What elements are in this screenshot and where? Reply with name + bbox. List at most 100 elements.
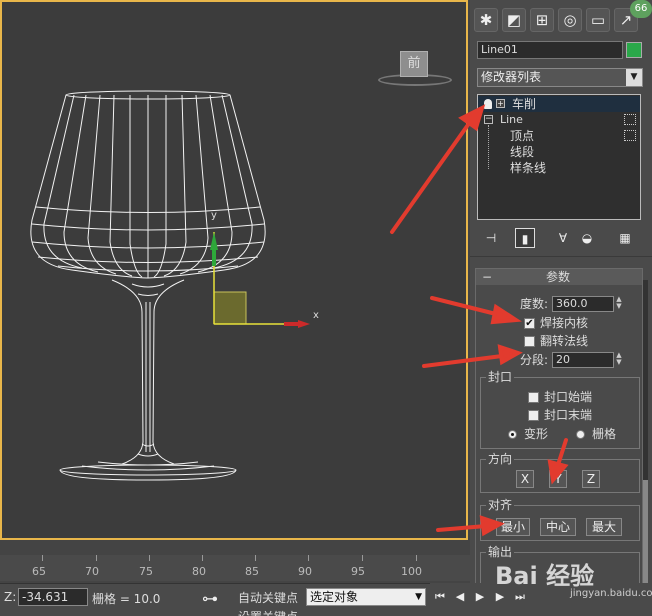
timeline-ruler[interactable]: 65 70 75 80 85 90 95 100 [0,555,470,581]
tick-label: 75 [139,565,153,578]
go-to-start-icon[interactable]: ⏮ [432,589,448,605]
align-title: 对齐 [486,498,515,512]
rollout-title: 参数 [546,270,571,284]
axis-y-label: y [211,210,217,221]
degrees-label: 度数: [520,297,549,311]
display-tab-icon[interactable]: ▭ [586,8,610,32]
previous-frame-icon[interactable]: ◀ [452,589,468,605]
modifier-list-dropdown[interactable]: 修改器列表 ▼ [477,68,643,87]
panel-scrollbar[interactable] [643,280,648,610]
stack-item-label: Line [500,113,523,126]
z-coord-field[interactable]: -34.631 [18,588,88,606]
cap-end-checkbox[interactable] [528,410,539,421]
cap-end-label: 封口末端 [544,408,593,422]
collapse-icon[interactable]: − [484,115,493,124]
tick-mark [96,555,97,561]
command-panel-tabs: ✱ ◩ ⊞ ◎ ▭ ↗ 66 [470,0,652,36]
make-unique-icon[interactable]: ∀ [553,228,573,248]
morph-radio[interactable] [508,430,517,439]
play-icon[interactable]: ▶ [472,589,488,605]
stack-item-label: 车削 [512,97,537,111]
tick-label: 65 [32,565,46,578]
parameters-rollout-header[interactable]: − 参数 [476,269,642,285]
align-max-button[interactable]: 最大 [586,518,622,536]
stack-subitem-label: 顶点 [510,129,535,143]
tick-mark [255,555,256,561]
app-root: x y 前 ✱ ◩ ⊞ ◎ ▭ ↗ 66 Line01 修改器列表 ▼ + 车削 [0,0,652,616]
set-key-button[interactable]: 设置关键点 [238,608,298,616]
collapse-icon: − [482,270,493,284]
front-viewport[interactable]: x y 前 [0,0,468,540]
watermark-logo: Bai 经验 [495,562,595,590]
stack-subitem-label: 线段 [510,145,535,159]
auto-key-button[interactable]: 自动关键点 [238,589,298,606]
pin-stack-icon[interactable]: ⊣ [481,228,501,248]
chevron-down-icon: ▼ [626,69,642,86]
show-end-result-icon[interactable]: ▮ [515,228,535,248]
segments-spinner[interactable]: 20 [552,352,614,368]
flip-normals-checkbox[interactable] [524,336,535,347]
hierarchy-tab-icon[interactable]: ⊞ [530,8,554,32]
stack-item-lathe[interactable]: + 车削 [478,96,640,112]
cap-start-label: 封口始端 [544,390,593,404]
motion-tab-icon[interactable]: ◎ [558,8,582,32]
direction-title: 方向 [486,452,515,466]
align-min-button[interactable]: 最小 [496,518,530,536]
remove-modifier-icon[interactable]: ◒ [577,228,597,248]
stack-subitem-segment[interactable]: 线段 [478,144,640,160]
scrollbar-thumb[interactable] [643,480,648,590]
status-bar: Z: -34.631 栅格 = 10.0 ⊶ 自动关键点 设置关键点 选定对象 … [0,583,470,616]
flip-normals-label: 翻转法线 [540,334,589,348]
tick-label: 80 [192,565,206,578]
tick-label: 100 [401,565,422,578]
degrees-spinner[interactable]: 360.0 [552,296,614,312]
spinner-arrows-icon[interactable]: ▲ ▼ [614,352,624,368]
stack-subitem-spline[interactable]: 样条线 [478,160,640,176]
expand-icon[interactable]: + [496,99,505,108]
weld-core-checkbox[interactable]: ✔ [524,318,535,329]
stack-toolbar: ⊣ ▮ ∀ ◒ ▦ [477,226,643,250]
modifier-stack[interactable]: + 车削 − Line 顶点 线段 样条线 [477,94,641,220]
segments-label: 分段: [520,353,549,367]
direction-z-button[interactable]: Z [582,470,600,488]
modifier-list-label: 修改器列表 [481,70,542,84]
tick-mark [308,555,309,561]
viewcube[interactable]: 前 [400,51,428,77]
capping-title: 封口 [486,370,515,384]
weld-core-label: 焊接内核 [540,316,589,330]
axis-x-label: x [313,310,319,321]
lightbulb-icon[interactable] [484,99,492,109]
direction-y-button[interactable]: Y [549,470,567,488]
stack-subitem-vertex[interactable]: 顶点 [478,128,640,144]
grid-size-label: 栅格 = 10.0 [92,592,161,606]
create-tab-icon[interactable]: ✱ [474,8,498,32]
tick-label: 85 [245,565,259,578]
next-frame-icon[interactable]: ▶ [492,589,508,605]
tick-label: 90 [298,565,312,578]
spinner-arrows-icon[interactable]: ▲ ▼ [614,296,624,312]
command-panel: ✱ ◩ ⊞ ◎ ▭ ↗ 66 Line01 修改器列表 ▼ + 车削 − Lin… [470,0,652,616]
align-center-button[interactable]: 中心 [540,518,576,536]
chevron-down-icon: ▼ [415,592,422,602]
modify-tab-icon[interactable]: ◩ [502,8,526,32]
direction-x-button[interactable]: X [516,470,534,488]
stack-item-line[interactable]: − Line [478,112,640,128]
tick-mark [42,555,43,561]
stack-subitem-label: 样条线 [510,161,547,175]
morph-label: 变形 [524,427,549,441]
selection-set-dropdown[interactable]: 选定对象 ▼ [306,588,426,606]
z-coord-label: Z: [4,590,17,604]
viewcube-face-label: 前 [407,56,421,71]
go-to-end-icon[interactable]: ⏭ [512,589,528,605]
cap-start-checkbox[interactable] [528,392,539,403]
tick-mark [202,555,203,561]
divider [470,256,652,257]
object-name-field[interactable]: Line01 [477,41,623,59]
grid-radio[interactable] [576,430,585,439]
tick-label: 95 [351,565,365,578]
key-icon[interactable]: ⊶ [202,591,230,607]
object-color-swatch[interactable] [626,42,642,58]
configure-sets-icon[interactable]: ▦ [615,228,635,248]
sub-object-icon [624,130,636,141]
grid-label: 栅格 [592,427,617,441]
